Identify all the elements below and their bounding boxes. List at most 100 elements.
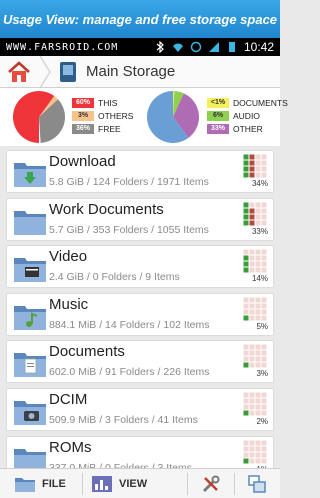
folder-row[interactable]: Music 884.1 MiB / 14 Folders / 102 Items 5…: [6, 292, 274, 336]
usage-square: [261, 410, 267, 416]
usage-square: [255, 303, 261, 309]
usage-square: [261, 309, 267, 315]
usage-square: [243, 303, 249, 309]
usage-summary: 60% THIS 3% OTHERS 36% FREE <1% DOCUMENT…: [0, 88, 288, 146]
usage-square: [255, 410, 261, 416]
folder-detail: 2.4 GiB / 0 Folders / 9 Items: [49, 271, 180, 284]
usage-square: [243, 214, 249, 220]
legend-item-this: 60% THIS: [72, 96, 133, 109]
usage-bars-icon: [243, 392, 267, 416]
wifi-icon: [172, 43, 183, 52]
usage-square: [243, 267, 249, 273]
folder-row[interactable]: Download 5.8 GiB / 124 Folders / 1971 Ite…: [6, 150, 274, 193]
folder-name: Documents: [49, 343, 125, 361]
usage-square: [261, 356, 267, 362]
usage-square: [261, 208, 267, 214]
tools-button[interactable]: [188, 469, 234, 498]
usage-square: [249, 356, 255, 362]
usage-square: [261, 404, 267, 410]
tools-icon: [202, 475, 220, 492]
usage-square: [243, 297, 249, 303]
folder-row[interactable]: DCIM 509.9 MiB / 3 Folders / 41 Items 2%: [6, 387, 274, 431]
folder-name: Video: [49, 248, 88, 266]
usage-pie-chart: [12, 91, 65, 143]
legend-label: AUDIO: [233, 110, 260, 121]
folder-percent: 33%: [251, 226, 268, 236]
usage-bars-icon: [243, 344, 267, 368]
documents-folder-icon: [14, 353, 46, 378]
folder-percent: 5%: [256, 321, 268, 331]
usage-square: [243, 255, 249, 261]
folder-row[interactable]: Documents 602.0 MiB / 91 Folders / 226 It…: [6, 340, 274, 384]
usage-square: [243, 362, 249, 368]
folder-row[interactable]: Video 2.4 GiB / 0 Folders / 9 Items 14%: [6, 245, 274, 289]
usage-square: [243, 249, 249, 255]
folder-percent: 3%: [256, 369, 268, 379]
usage-square: [249, 172, 255, 178]
usage-square: [243, 166, 249, 172]
usage-square: [243, 220, 249, 226]
usage-square: [255, 202, 261, 208]
usage-square: [249, 202, 255, 208]
usage-square: [255, 344, 261, 350]
music-folder-icon: [14, 305, 46, 330]
storage-crumb-button[interactable]: [56, 60, 80, 84]
sync-icon: [190, 41, 202, 53]
folder-percent: 14%: [251, 274, 268, 284]
usage-bars-icon: [243, 249, 267, 273]
windows-button[interactable]: [235, 469, 279, 498]
folder-name: Download: [49, 153, 116, 170]
chevron-right-icon: [39, 55, 51, 88]
folder-detail: 5.7 GiB / 353 Folders / 1055 Items: [49, 223, 209, 236]
file-button[interactable]: FILE: [0, 469, 82, 498]
usage-square: [261, 255, 267, 261]
usage-square: [249, 458, 255, 464]
usage-square: [261, 214, 267, 220]
folder-row[interactable]: Work Documents 5.7 GiB / 353 Folders / 10…: [6, 197, 274, 241]
usage-square: [261, 160, 267, 166]
usage-square: [249, 303, 255, 309]
usage-square: [243, 202, 249, 208]
usage-square: [255, 315, 261, 321]
legend-label: OTHERS: [98, 110, 134, 121]
folder-name: Work Documents: [49, 200, 164, 218]
legend-label: THIS: [98, 97, 118, 108]
bottom-toolbar: FILE VIEW: [0, 468, 280, 498]
usage-bars-icon: [243, 440, 267, 464]
usage-square: [261, 297, 267, 303]
view-button[interactable]: VIEW: [83, 469, 187, 498]
usage-square: [261, 267, 267, 273]
usage-square: [249, 261, 255, 267]
usage-square: [261, 249, 267, 255]
home-button[interactable]: [0, 56, 38, 88]
usage-square: [261, 220, 267, 226]
usage-square: [243, 452, 249, 458]
file-label: FILE: [42, 477, 66, 490]
usage-square: [261, 315, 267, 321]
usage-square: [243, 458, 249, 464]
folder-detail: 509.9 MiB / 3 Folders / 41 Items: [49, 413, 198, 426]
legend-swatch: 6%: [207, 110, 229, 121]
legend-label: DOCUMENTS: [233, 97, 288, 108]
usage-square: [243, 392, 249, 398]
usage-square: [255, 446, 261, 452]
legend-swatch: 3%: [72, 110, 94, 121]
legend-swatch: <1%: [207, 97, 229, 108]
usage-square: [261, 392, 267, 398]
usage-square: [255, 261, 261, 267]
usage-square: [243, 344, 249, 350]
usage-square: [249, 362, 255, 368]
signal-icon: [208, 42, 219, 52]
usage-square: [255, 267, 261, 273]
usage-square: [255, 309, 261, 315]
usage-square: [243, 404, 249, 410]
usage-square: [249, 309, 255, 315]
usage-square: [255, 440, 261, 446]
folder-detail: 5.8 GiB / 124 Folders / 1971 Items: [49, 176, 209, 188]
battery-icon: [228, 42, 235, 52]
usage-square: [261, 202, 267, 208]
usage-square: [255, 166, 261, 172]
legend-label: OTHER: [233, 123, 263, 134]
usage-square: [243, 154, 249, 160]
usage-bars-icon: [243, 154, 267, 178]
